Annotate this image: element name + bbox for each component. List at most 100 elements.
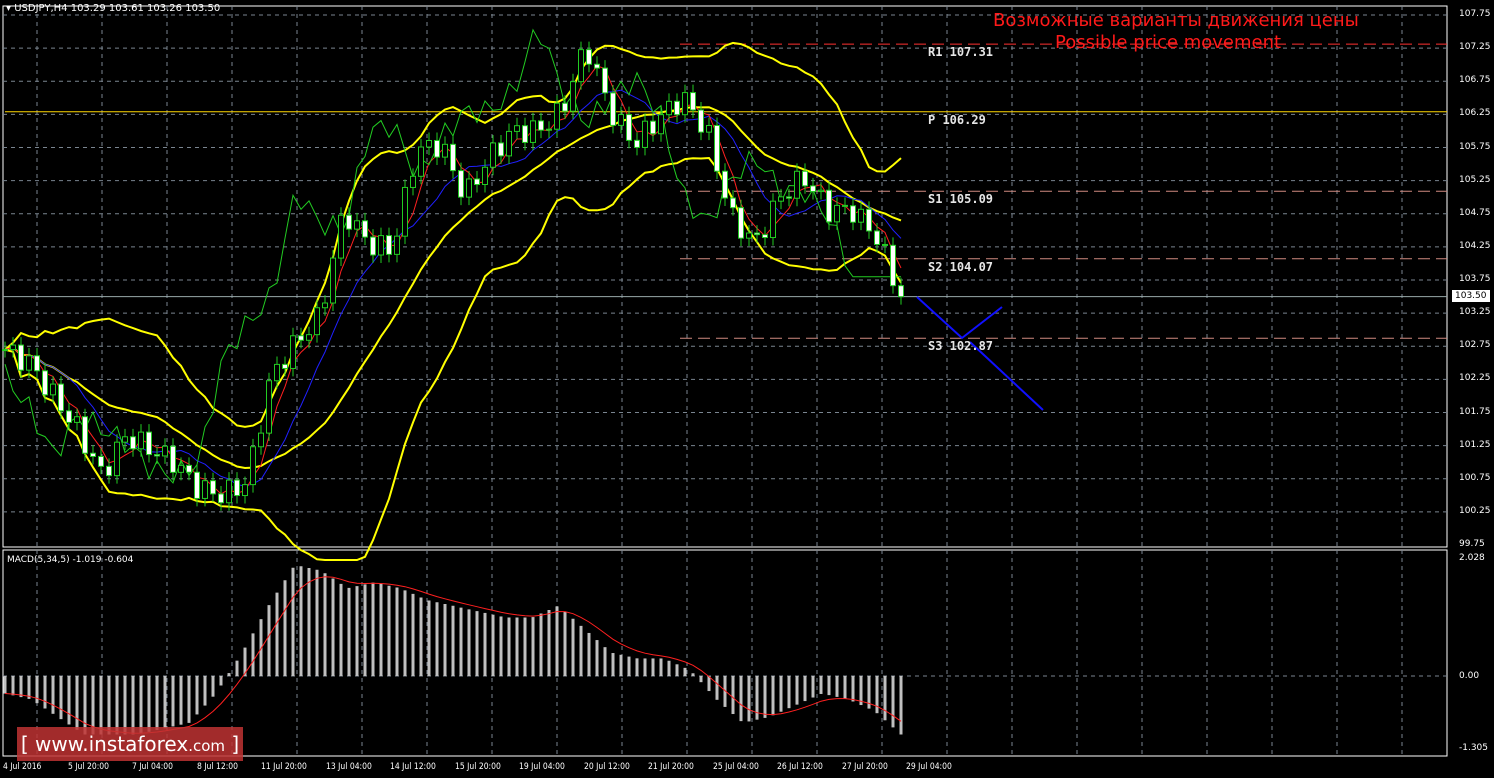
candle-body <box>610 92 616 126</box>
candle-body <box>850 205 856 223</box>
price-axis-label: 102.75 <box>1459 340 1491 351</box>
candle-body <box>322 302 328 309</box>
candle-body <box>826 189 832 223</box>
candle-body <box>154 454 160 457</box>
candle-body <box>690 92 696 111</box>
time-axis-label: 11 Jul 20:00 <box>261 762 307 772</box>
price-axis-label: 103.75 <box>1459 274 1491 284</box>
candle-body <box>178 464 184 473</box>
price-axis-label: 102.25 <box>1459 373 1491 384</box>
candle-body <box>626 114 632 141</box>
price-axis-label: 104.75 <box>1459 207 1491 218</box>
time-axis-label: 7 Jul 04:00 <box>132 762 174 772</box>
macd-axis-min: -1.305 <box>1459 743 1489 753</box>
candle-body <box>354 220 360 230</box>
instaforex-logo[interactable]: [ www.instaforex.com ] <box>17 727 243 761</box>
time-axis-label: 25 Jul 04:00 <box>712 762 759 772</box>
candle-body <box>898 285 904 298</box>
price-axis-label: 100.25 <box>1459 505 1491 516</box>
candle-body <box>858 208 864 223</box>
candle-body <box>26 355 32 371</box>
candle-body <box>450 143 456 172</box>
candle-body <box>658 114 664 135</box>
candle-body <box>594 63 600 69</box>
candle-body <box>634 139 640 148</box>
candle-body <box>586 49 592 65</box>
chart-menu-icon[interactable]: ▾ <box>6 3 11 14</box>
time-axis-label: 29 Jul 04:00 <box>906 762 952 772</box>
candle-body <box>834 204 840 223</box>
candle-body <box>58 383 64 412</box>
time-axis-label: 8 Jul 12:00 <box>196 762 238 772</box>
candle-body <box>306 334 312 341</box>
price-axis-label: 105.75 <box>1459 141 1491 152</box>
candle-body <box>10 344 16 351</box>
time-axis-label: 20 Jul 12:00 <box>583 762 630 772</box>
candle-body <box>274 363 280 382</box>
candle-body <box>762 234 768 239</box>
candle-body <box>34 355 40 372</box>
symbol-label: USDJPY,H4 <box>14 3 68 14</box>
logo-bracket: [ <box>20 732 29 756</box>
pivot-label: S2 104.07 <box>928 259 994 274</box>
time-axis-label: 15 Jul 20:00 <box>454 762 501 772</box>
candle-body <box>562 102 568 112</box>
candle-body <box>130 436 136 450</box>
candle-body <box>842 204 848 207</box>
candle-body <box>538 120 544 131</box>
candle-body <box>514 125 520 132</box>
main-pane-frame <box>2 5 1448 548</box>
annotation-title-ru: Возможные варианты движения цены <box>993 10 1359 31</box>
candle-body <box>290 335 296 369</box>
candle-body <box>50 383 56 396</box>
candle-body <box>698 109 704 133</box>
macd-pane-frame <box>2 549 1448 757</box>
chart-canvas[interactable] <box>0 0 1494 778</box>
pivot-label: S3 102.87 <box>928 339 994 354</box>
price-axis-label: 101.25 <box>1459 439 1491 450</box>
candle-body <box>482 166 488 186</box>
candle-body <box>554 102 560 130</box>
candle-body <box>338 214 344 259</box>
pivot-label: P 106.29 <box>928 112 986 127</box>
candle-body <box>66 410 72 423</box>
candle-body <box>474 178 480 186</box>
candle-body <box>778 196 784 202</box>
candle-body <box>466 178 472 198</box>
price-axis-label: 103.25 <box>1459 307 1491 318</box>
candle-body <box>242 484 248 497</box>
price-axis-label: 107.75 <box>1459 9 1491 19</box>
candle-body <box>490 142 496 168</box>
candle-body <box>330 257 336 304</box>
candle-body <box>122 436 128 443</box>
pivot-label: R1 107.31 <box>928 45 994 60</box>
candle-body <box>602 67 608 94</box>
candle-body <box>170 445 176 473</box>
candle-body <box>794 170 800 199</box>
candle-body <box>282 363 288 369</box>
time-axis-label: 14 Jul 12:00 <box>390 762 436 772</box>
logo-bracket: ] <box>231 732 240 756</box>
time-axis-label: 5 Jul 20:00 <box>67 762 109 772</box>
candle-body <box>18 344 24 371</box>
candle-body <box>650 120 656 135</box>
candle-body <box>370 236 376 256</box>
time-axis-label: 21 Jul 20:00 <box>648 762 694 772</box>
candle-body <box>74 416 80 423</box>
candle-body <box>402 186 408 237</box>
candle-body <box>882 243 888 246</box>
price-axis-label: 104.25 <box>1459 240 1491 251</box>
candle-body <box>810 185 816 193</box>
candle-body <box>258 432 264 448</box>
candle-body <box>506 130 512 157</box>
chart-header: ▾ USDJPY,H4 103.29 103.61 103.26 103.50 <box>6 3 220 14</box>
price-axis-label: 107.25 <box>1459 42 1491 53</box>
candle-body <box>346 214 352 230</box>
candle-body <box>266 380 272 434</box>
candle-body <box>418 146 424 177</box>
candle-body <box>2 349 8 352</box>
candle-body <box>410 175 416 188</box>
candle-body <box>458 170 464 198</box>
candle-body <box>194 471 200 499</box>
candle-body <box>674 100 680 116</box>
